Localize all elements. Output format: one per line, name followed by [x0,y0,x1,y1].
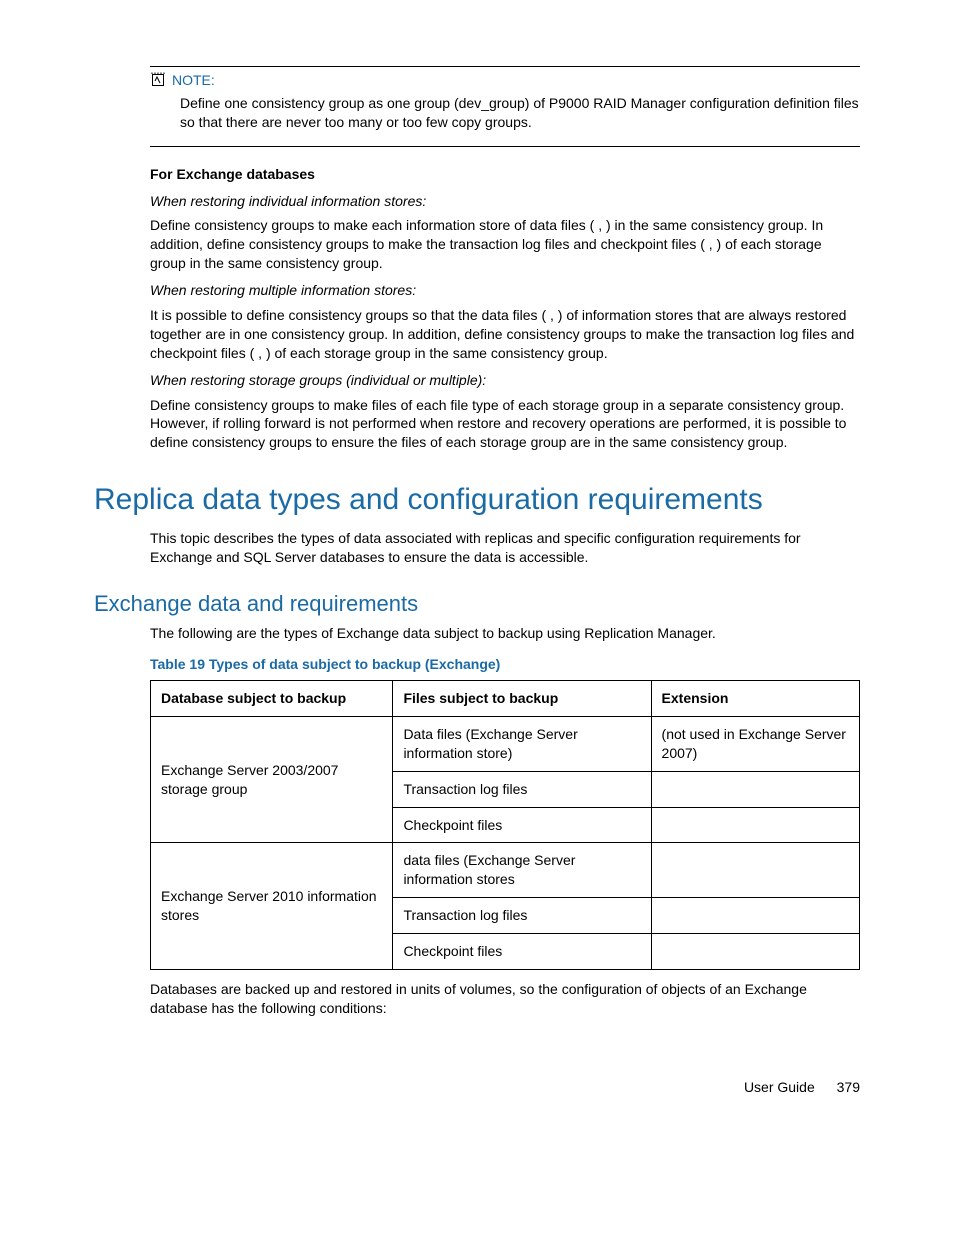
cell-files: Checkpoint files [393,807,651,843]
note-rule-bottom [150,146,860,147]
restore-multiple-title: When restoring multiple information stor… [150,281,860,300]
cell-ext [651,934,859,970]
table-header-row: Database subject to backup Files subject… [151,681,860,717]
table-row: Exchange Server 2003/2007 storage group … [151,716,860,771]
th-database: Database subject to backup [151,681,393,717]
restore-individual-body: Define consistency groups to make each i… [150,216,855,273]
cell-files: data files (Exchange Server information … [393,843,651,898]
restore-individual-title: When restoring individual information st… [150,192,860,211]
footer-page-number: 379 [837,1079,860,1095]
cell-ext [651,771,859,807]
cell-files: Transaction log files [393,898,651,934]
cell-db: Exchange Server 2003/2007 storage group [151,716,393,843]
cell-db: Exchange Server 2010 information stores [151,843,393,970]
cell-files: Data files (Exchange Server information … [393,716,651,771]
th-extension: Extension [651,681,859,717]
restore-storage-body: Define consistency groups to make files … [150,396,855,453]
table-caption: Table 19 Types of data subject to backup… [150,655,860,674]
note-body: Define one consistency group as one grou… [180,94,860,132]
footer-label: User Guide [744,1079,815,1095]
h2-exchange-data: Exchange data and requirements [94,589,860,619]
cell-ext: (not used in Exchange Server 2007) [651,716,859,771]
cell-files: Transaction log files [393,771,651,807]
cell-ext [651,843,859,898]
cell-ext [651,807,859,843]
h1-replica-data-types: Replica data types and configuration req… [94,480,860,521]
after-table-paragraph: Databases are backed up and restored in … [150,980,855,1018]
h2-intro: The following are the types of Exchange … [150,624,855,643]
restore-multiple-body: It is possible to define consistency gro… [150,306,855,363]
page-footer: User Guide 379 [94,1078,860,1097]
restore-storage-title: When restoring storage groups (individua… [150,371,860,390]
cell-ext [651,898,859,934]
note-rule-top [150,66,860,67]
exchange-subhead: For Exchange databases [150,165,860,184]
h1-intro: This topic describes the types of data a… [150,529,855,567]
th-files: Files subject to backup [393,681,651,717]
notepad-icon [150,71,166,89]
table-row: Exchange Server 2010 information stores … [151,843,860,898]
note-header: NOTE: [150,71,860,90]
note-label: NOTE: [172,71,215,90]
cell-files: Checkpoint files [393,934,651,970]
backup-types-table: Database subject to backup Files subject… [150,680,860,970]
